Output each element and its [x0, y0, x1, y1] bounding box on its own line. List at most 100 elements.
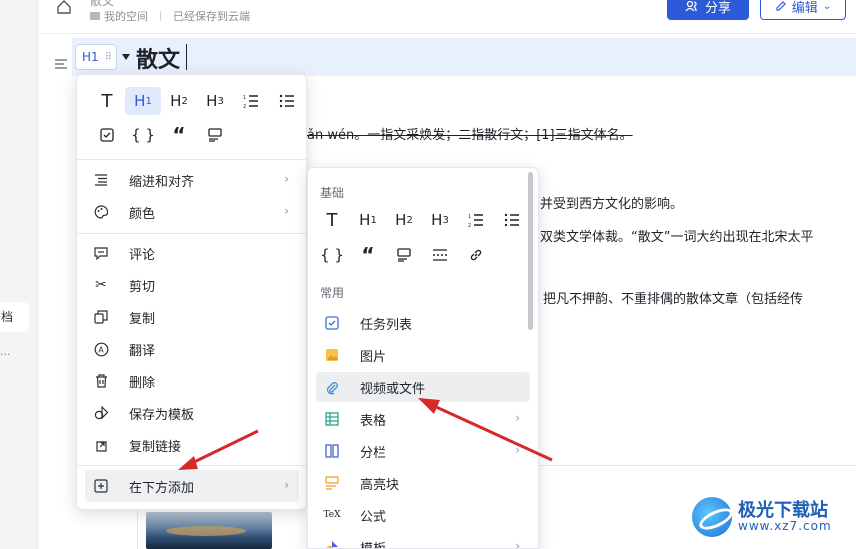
- table-icon: [324, 411, 340, 427]
- h3-format-icon[interactable]: H3: [422, 206, 458, 234]
- code-block-icon[interactable]: { }: [314, 241, 350, 269]
- menu-item-cut[interactable]: ✂ 剪切: [85, 269, 299, 301]
- h2-format-icon[interactable]: H2: [386, 206, 422, 234]
- menu-item-save-template[interactable]: 保存为模板: [85, 397, 299, 429]
- text-format-icon[interactable]: T: [89, 87, 125, 115]
- align-icon: [93, 172, 109, 188]
- paragraph-3[interactable]: 双类文学体裁。“散文”一词大约出现在北宋太平: [540, 226, 813, 245]
- insert-item-table[interactable]: 表格 ›: [316, 404, 530, 434]
- heading-text[interactable]: 散文: [136, 42, 180, 74]
- crumb-divider: [160, 11, 161, 21]
- copy-icon: [93, 309, 109, 325]
- lake-image[interactable]: [146, 512, 272, 549]
- paragraph-1[interactable]: ǎn wén。一指文采焕发；二指散行文；[1]三指文体名。: [307, 124, 633, 143]
- insert-item-label: 表格: [360, 413, 387, 429]
- insert-item-label: 公式: [360, 509, 387, 525]
- h3-format-icon[interactable]: H3: [197, 87, 233, 115]
- insert-item-image[interactable]: 图片: [316, 340, 530, 370]
- submenu-scrollbar[interactable]: [528, 172, 533, 330]
- text-cursor: [186, 44, 187, 70]
- ordered-list-icon[interactable]: 12: [458, 206, 494, 234]
- insert-item-template[interactable]: 模板 ›: [316, 532, 530, 548]
- watermark-title: 极光下载站: [738, 499, 828, 521]
- menu-item-label: 评论: [129, 247, 156, 263]
- checkbox-icon[interactable]: [89, 121, 125, 149]
- users-icon: [685, 0, 697, 12]
- save-status: 已经保存到云端: [173, 10, 250, 23]
- svg-text:A: A: [98, 345, 104, 354]
- insert-item-label: 图片: [360, 349, 387, 365]
- watermark: 极光下载站 www.xz7.com: [692, 493, 852, 541]
- quote-icon[interactable]: “: [350, 241, 386, 269]
- h2-format-icon[interactable]: H2: [161, 87, 197, 115]
- pencil-icon: [776, 1, 786, 11]
- callout-icon[interactable]: [197, 121, 233, 149]
- menu-item-add-below[interactable]: 在下方添加 ›: [85, 470, 299, 502]
- chevron-right-icon: ›: [515, 411, 520, 425]
- menu-item-label: 剪切: [129, 279, 156, 295]
- edit-button[interactable]: 编辑 ⌄: [760, 0, 846, 20]
- menu-item-delete[interactable]: 删除: [85, 365, 299, 397]
- insert-item-task-list[interactable]: 任务列表: [316, 308, 530, 338]
- menu-item-label: 复制链接: [129, 439, 182, 455]
- home-icon[interactable]: [56, 0, 72, 14]
- paragraph-2[interactable]: 并受到西方文化的影响。: [540, 193, 683, 212]
- format-row-2: { } “: [89, 121, 233, 149]
- menu-item-translate[interactable]: A 翻译: [85, 333, 299, 365]
- chevron-right-icon: ›: [515, 443, 520, 457]
- crumb-space[interactable]: 我的空间: [104, 8, 148, 24]
- chevron-right-icon: ›: [284, 478, 289, 492]
- bullet-list-icon[interactable]: [269, 87, 305, 115]
- menu-item-comment[interactable]: 评论: [85, 237, 299, 269]
- menu-item-copy-link[interactable]: 复制链接: [85, 429, 299, 461]
- quote-icon[interactable]: “: [161, 121, 197, 149]
- top-bar: 散文 我的空间 已经保存到云端 分享 编辑 ⌄: [38, 0, 856, 34]
- chevron-right-icon: ›: [284, 204, 289, 218]
- menu-item-color[interactable]: 颜色 ›: [85, 196, 299, 228]
- ordered-list-icon[interactable]: 12: [233, 87, 269, 115]
- menu-item-label: 颜色: [129, 206, 156, 222]
- sidebar-more[interactable]: ...: [0, 345, 11, 358]
- columns-icon: [324, 443, 340, 459]
- insert-item-video-file[interactable]: 视频或文件: [316, 372, 530, 402]
- watermark-url: www.xz7.com: [738, 519, 832, 534]
- selected-heading-block[interactable]: [72, 38, 856, 76]
- basic-row-2: { } “: [314, 241, 494, 269]
- h1-format-icon[interactable]: H1: [350, 206, 386, 234]
- menu-item-copy[interactable]: 复制: [85, 301, 299, 333]
- collapse-caret-icon[interactable]: [122, 54, 130, 60]
- h1-format-icon[interactable]: H1: [125, 87, 161, 115]
- insert-item-highlight-block[interactable]: 高亮块: [316, 468, 530, 498]
- drag-grip-icon[interactable]: ⠿: [105, 52, 112, 63]
- text-format-icon[interactable]: T: [314, 206, 350, 234]
- code-block-icon[interactable]: { }: [125, 121, 161, 149]
- paragraph-4[interactable]: 把凡不押韵、不重排偶的散体文章（包括经传: [543, 288, 803, 307]
- divider-icon[interactable]: [422, 241, 458, 269]
- bullet-list-icon[interactable]: [494, 206, 530, 234]
- chevron-down-icon: ⌄: [822, 0, 832, 12]
- outline-icon[interactable]: [54, 58, 68, 70]
- insert-item-columns[interactable]: 分栏 ›: [316, 436, 530, 466]
- menu-item-label: 保存为模板: [129, 407, 195, 423]
- breadcrumb: 我的空间 已经保存到云端: [90, 8, 250, 24]
- callout-icon[interactable]: [386, 241, 422, 269]
- menu-item-label: 删除: [129, 375, 156, 391]
- sidebar-item[interactable]: 档: [0, 302, 29, 332]
- insert-item-formula[interactable]: TeX 公式: [316, 500, 530, 530]
- highlight-icon: [324, 475, 340, 491]
- tex-icon: TeX: [323, 510, 341, 520]
- menu-item-indent-align[interactable]: 缩进和对齐 ›: [85, 164, 299, 196]
- svg-text:1: 1: [243, 95, 246, 101]
- section-common-label: 常用: [320, 286, 345, 300]
- paperclip-icon: [324, 379, 340, 395]
- svg-text:2: 2: [243, 104, 246, 108]
- palette-icon: [93, 204, 109, 220]
- share-button[interactable]: 分享: [667, 0, 749, 20]
- svg-text:1: 1: [468, 214, 471, 220]
- link-icon: [93, 437, 109, 453]
- link-icon[interactable]: [458, 241, 494, 269]
- sidebar-item-label: 档: [0, 310, 13, 324]
- plus-square-icon: [93, 478, 109, 494]
- block-handle[interactable]: H1 ⠿: [75, 44, 117, 70]
- insert-item-label: 任务列表: [360, 317, 413, 333]
